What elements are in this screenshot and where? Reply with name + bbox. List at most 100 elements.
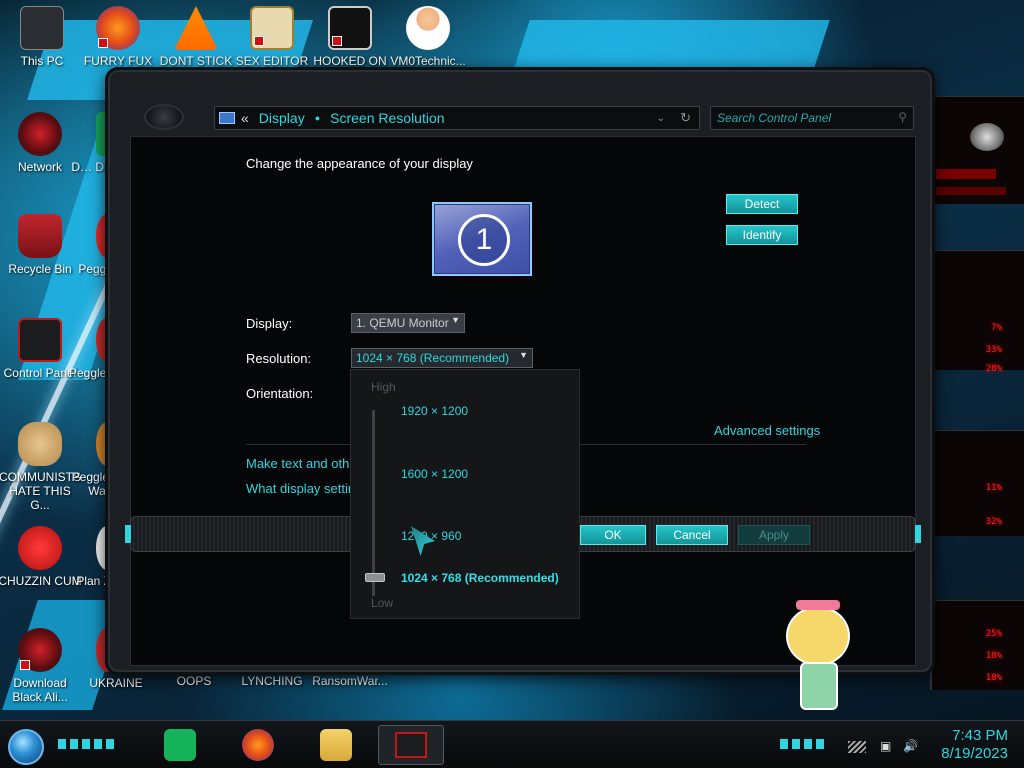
volume-icon[interactable]: 🔊	[903, 739, 918, 753]
computer-icon	[20, 6, 64, 50]
monitor-preview[interactable]: 1	[432, 202, 532, 276]
taskbar: ▣ 🔊 7:43 PM 8/19/2023	[0, 720, 1024, 768]
desktop-icon-furry-fux[interactable]: FURRY FUX	[76, 6, 160, 68]
desktop-icon-label: DONT STICK	[159, 54, 233, 68]
show-hidden-icons[interactable]	[848, 741, 866, 753]
apply-button[interactable]: Apply	[738, 525, 810, 545]
desktop-icon-vm0technic[interactable]: VM0Technic...	[386, 6, 470, 68]
chevron-down-icon[interactable]: ⌄	[657, 113, 665, 124]
network-globe-icon	[18, 112, 62, 156]
search-icon[interactable]: ⚲	[898, 110, 907, 124]
taskbar-accent	[58, 739, 118, 749]
desktop-icon-this-pc[interactable]: This PC	[0, 6, 84, 68]
resolution-option-selected[interactable]: 1024 × 768 (Recommended)	[401, 571, 559, 585]
page-title: Change the appearance of your display	[246, 156, 473, 171]
desktop-icon-oops[interactable]: OOPS	[152, 674, 236, 688]
desktop-icon-label: SEX EDITOR	[235, 54, 309, 68]
address-bar[interactable]: « Display ● Screen Resolution ⌄ ↻	[214, 106, 700, 130]
monitor-number: 1	[458, 214, 510, 266]
cancel-button[interactable]: Cancel	[656, 525, 728, 545]
chevron-down-icon: ▼	[519, 350, 528, 360]
ram-gadget: 11% 32%	[930, 430, 1024, 536]
gadget-panel	[930, 96, 1024, 204]
firefox-icon	[96, 6, 140, 50]
gadget-value: 11%	[985, 483, 1002, 493]
character-body	[800, 662, 838, 710]
accent-marker	[915, 525, 921, 543]
orientation-label: Orientation:	[246, 386, 314, 401]
gadget-value: 32%	[985, 517, 1002, 527]
desktop-icon-download-black[interactable]: Download Black Ali...	[0, 628, 82, 704]
display-select[interactable]: 1. QEMU Monitor ▼	[351, 313, 465, 333]
desktop-icon-ransomware[interactable]: RansomWar...	[308, 674, 392, 688]
control-panel-icon	[395, 732, 427, 758]
identify-button[interactable]: Identify	[726, 225, 798, 245]
chuzzle-icon	[18, 526, 62, 570]
breadcrumb-display[interactable]: Display	[259, 110, 305, 126]
breadcrumb-back[interactable]: «	[241, 110, 249, 126]
advanced-settings-link[interactable]: Advanced settings	[714, 423, 820, 438]
network-icon[interactable]: ▣	[880, 739, 891, 753]
slider-low-label: Low	[371, 596, 394, 610]
desktop-icon-label: HOOKED ON	[313, 54, 387, 68]
resolution-option[interactable]: 1920 × 1200	[401, 404, 468, 418]
taskbar-control-panel-active[interactable]	[378, 725, 444, 765]
search-input[interactable]: Search Control Panel ⚲	[710, 106, 914, 130]
detect-button[interactable]: Detect	[726, 194, 798, 214]
desktop-icon-sex-editor[interactable]: SEX EDITOR	[230, 6, 314, 68]
gadget-value: 25%	[985, 629, 1002, 639]
clock-date: 8/19/2023	[941, 745, 1008, 762]
make-text-larger-link[interactable]: Make text and other	[246, 456, 361, 471]
character-headband	[796, 600, 840, 610]
gadget-value: 18%	[985, 651, 1002, 661]
hook-app-icon	[328, 6, 372, 50]
resolution-select-value: 1024 × 768 (Recommended)	[356, 351, 510, 365]
resolution-slider-track[interactable]	[372, 410, 375, 596]
ok-button[interactable]: OK	[580, 525, 646, 545]
gadget-bar	[936, 169, 996, 179]
resolution-option[interactable]: 1600 × 1200	[401, 467, 468, 481]
spotify-icon[interactable]	[164, 729, 196, 761]
file-explorer-icon[interactable]	[320, 729, 352, 761]
gadget-bar	[936, 187, 1006, 195]
gadget-value: 18%	[985, 673, 1002, 683]
desktop-icon-label: UKRAINE	[89, 676, 143, 690]
hex-editor-icon	[250, 6, 294, 50]
slider-high-label: High	[371, 380, 396, 394]
clock-time: 7:43 PM	[952, 727, 1008, 744]
firefox-icon[interactable]	[242, 729, 274, 761]
breadcrumb-screen-resolution[interactable]: Screen Resolution	[330, 110, 444, 126]
accent-marker	[125, 525, 131, 543]
control-panel-icon	[18, 318, 62, 362]
vlc-cone-icon	[174, 6, 218, 50]
cpu-gadget: 7% 33% 28%	[930, 250, 1024, 374]
doctor-icon	[406, 6, 450, 50]
desktop-icon-label: LYNCHING	[241, 674, 303, 688]
display-label: Display:	[246, 316, 293, 331]
start-button[interactable]	[8, 729, 44, 765]
taskbar-clock[interactable]: 7:43 PM 8/19/2023	[941, 727, 1008, 763]
sticker-character	[776, 596, 860, 720]
desktop-icon-label: VM0Technic...	[390, 54, 466, 68]
window-emblem-icon	[144, 104, 184, 130]
gadget-value: 33%	[985, 345, 1002, 355]
desktop-icon-label: Download Black Ali...	[12, 676, 68, 704]
taskbar-accent	[780, 739, 824, 749]
resolution-slider-thumb[interactable]	[365, 573, 385, 582]
display-settings-help-link[interactable]: What display setting	[246, 481, 362, 496]
alien-head-icon	[970, 123, 1004, 151]
disk-gadget: 25% 18% 18%	[930, 600, 1024, 690]
resolution-select[interactable]: 1024 × 768 (Recommended) ▼	[351, 348, 533, 368]
refresh-icon[interactable]: ↻	[680, 110, 691, 126]
display-select-value: 1. QEMU Monitor	[356, 316, 449, 330]
breadcrumb-separator-icon: ●	[314, 113, 321, 123]
desktop-icon-dont-stick[interactable]: DONT STICK	[154, 6, 238, 68]
resolution-dropdown[interactable]: High 1920 × 1200 1600 × 1200 1280 × 960 …	[350, 369, 580, 619]
desktop-icon-hooked-on[interactable]: HOOKED ON	[308, 6, 392, 68]
desktop-icon-label: OOPS	[176, 674, 212, 688]
desktop-icon-lynching[interactable]: LYNCHING	[230, 674, 314, 688]
desktop-icon-label: RansomWar...	[312, 674, 388, 688]
resolution-label: Resolution:	[246, 351, 312, 366]
money-bag-icon	[18, 422, 62, 466]
control-panel-small-icon	[219, 112, 235, 124]
